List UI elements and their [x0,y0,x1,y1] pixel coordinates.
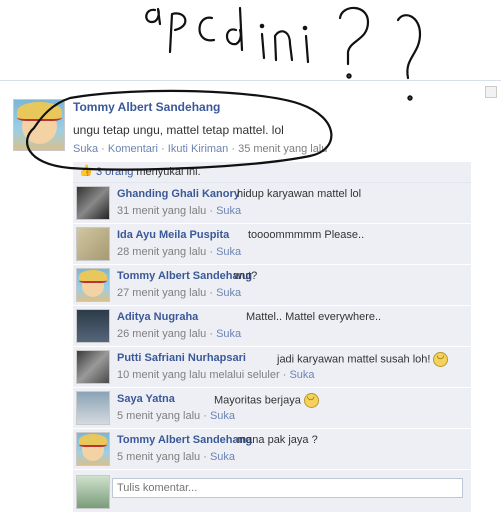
comment-item: Aditya Nugraha Mattel.. Mattel everywhere… [73,306,471,347]
comment-meta: 26 menit yang lalu · Suka [117,328,242,340]
comment-time[interactable]: 28 menit yang lalu [117,246,206,258]
comment-time[interactable]: 27 menit yang lalu [117,287,206,299]
avatar[interactable] [76,268,110,302]
thumbs-up-icon: 👍 [79,165,93,177]
comment-item: Ghanding Ghali Kanory hidup karyawan matt… [73,183,471,224]
divider [0,80,501,81]
comment-meta: 31 menit yang lalu · Suka [117,205,242,217]
smiley-icon [433,350,449,367]
comment-like-link[interactable]: Suka [216,246,241,258]
follow-post-link[interactable]: Ikuti Kiriman [168,143,229,155]
comment-time[interactable]: 5 menit yang lalu [117,410,200,422]
comment-item: Putti Safriani Nurhapsari jadi karyawan m… [73,347,471,388]
comment-author[interactable]: Tommy Albert Sandehang [117,270,252,282]
comment-composer [73,472,471,510]
comment-meta: 5 menit yang lalu · Suka [117,410,236,422]
comment-meta: 5 menit yang lalu · Suka [117,451,236,463]
avatar [76,475,110,509]
comment-author[interactable]: Aditya Nugraha [117,311,198,323]
avatar[interactable] [76,350,110,384]
comment-text: hidup karyawan mattel lol [237,188,362,200]
comment-meta: 10 menit yang lalu melalui seluler · Suk… [117,369,315,381]
comment-item: Tommy Albert Sandehang wut? 27 menit yang … [73,265,471,306]
comment-text: mana pak jaya ? [237,434,318,446]
comment-text: Mattel.. Mattel everywhere.. [246,311,382,323]
avatar[interactable] [76,391,110,425]
avatar[interactable] [76,432,110,466]
comment-like-link[interactable]: Suka [216,287,241,299]
remove-post-icon[interactable] [485,86,497,98]
comment-text: Mayoritas berjaya [214,391,319,408]
avatar[interactable] [76,227,110,261]
comment-like-link[interactable]: Suka [216,205,241,217]
likes-row: 👍 3 orang menyukai ini. [73,162,471,183]
avatar[interactable] [76,309,110,343]
comment-meta: 28 menit yang lalu · Suka [117,246,242,258]
comment-meta: 27 menit yang lalu · Suka [117,287,242,299]
comment-author[interactable]: Ghanding Ghali Kanory [117,188,240,200]
comment-time[interactable]: 26 menit yang lalu [117,328,206,340]
comment-item: Tommy Albert Sandehang mana pak jaya ? 5 m… [73,429,471,470]
comment-text: jadi karyawan mattel susah loh! [277,350,449,367]
post-text: ungu tetap ungu, mattel tetap mattel. lo… [73,123,284,137]
like-link[interactable]: Suka [73,143,98,155]
comment-link[interactable]: Komentari [108,143,158,155]
comment-item: Ida Ayu Meila Puspita toooommmmm Please..… [73,224,471,265]
comment-input[interactable] [112,478,463,498]
likes-count-link[interactable]: 3 orang [96,166,133,178]
comment-time[interactable]: 5 menit yang lalu [117,451,200,463]
comment-author[interactable]: Putti Safriani Nurhapsari [117,352,246,364]
comment-time[interactable]: 31 menit yang lalu [117,205,206,217]
comment-like-link[interactable]: Suka [216,328,241,340]
comment-item: Saya Yatna Mayoritas berjaya 5 menit yang … [73,388,471,429]
comment-text: toooommmmm Please.. [248,229,365,241]
post-time[interactable]: 35 menit yang lalu [238,143,327,155]
post-meta: Suka · Komentari · Ikuti Kiriman · 35 me… [73,143,328,155]
avatar[interactable] [76,186,110,220]
comment-author[interactable]: Saya Yatna [117,393,175,405]
comment-author[interactable]: Tommy Albert Sandehang [117,434,252,446]
avatar[interactable] [13,99,65,151]
smiley-icon [303,391,319,408]
post-author[interactable]: Tommy Albert Sandehang [73,100,220,114]
comment-like-link[interactable]: Suka [289,369,314,381]
comment-like-link[interactable]: Suka [210,451,235,463]
comment-time[interactable]: 10 menit yang lalu melalui seluler [117,369,280,381]
comment-like-link[interactable]: Suka [210,410,235,422]
comment-author[interactable]: Ida Ayu Meila Puspita [117,229,229,241]
comment-text: wut? [234,270,258,282]
